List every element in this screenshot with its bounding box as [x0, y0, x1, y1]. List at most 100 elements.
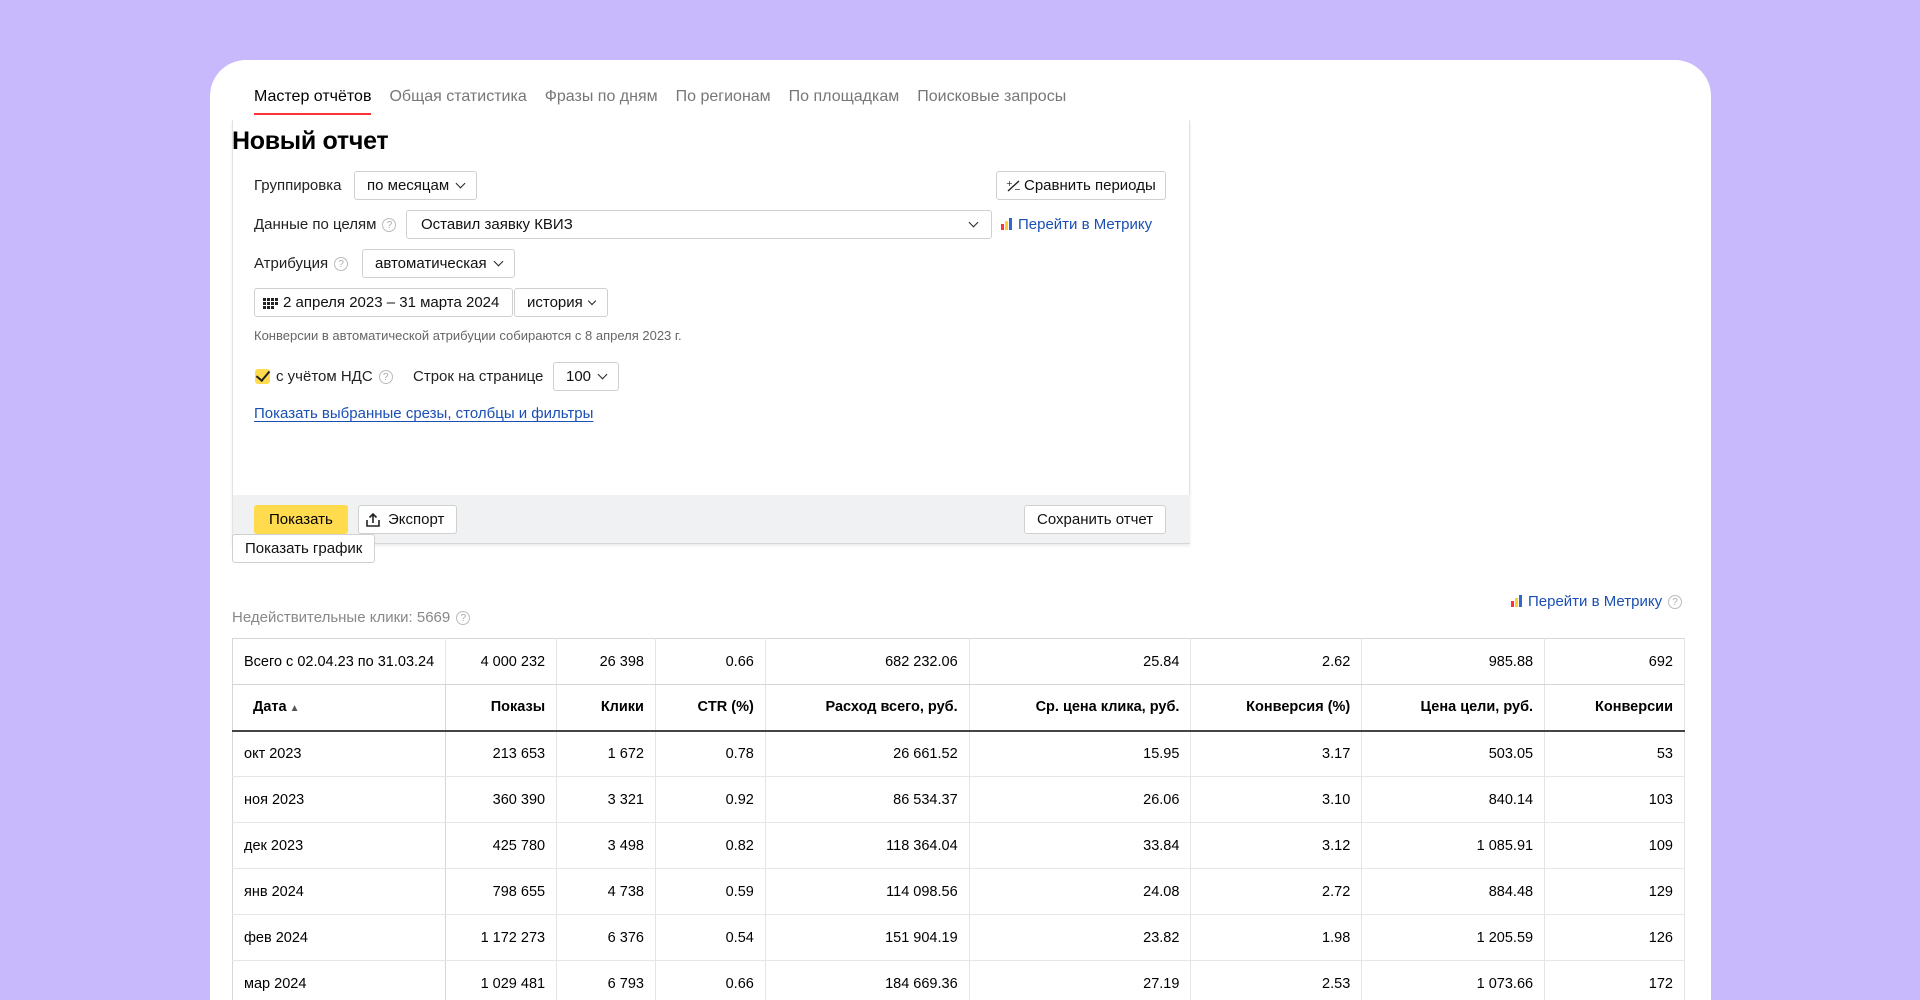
column-header-label: Конверсия (%) — [1246, 699, 1351, 716]
column-header-impressions[interactable]: Показы — [445, 684, 558, 732]
table-row: дек 2023 425 780 3 498 0.82 118 364.04 33.84 3… — [231, 822, 1685, 869]
cell-clicks: 1 672 — [556, 730, 656, 777]
cell-clicks: 6 376 — [556, 914, 656, 961]
compare-periods-button[interactable]: + − Сравнить периоды — [996, 171, 1166, 200]
rows-per-page-value: 100 — [566, 368, 592, 385]
chevron-down-icon — [597, 369, 608, 380]
cell-date: дек 2023 — [231, 822, 447, 869]
goals-select[interactable]: Оставил заявку КВИЗ — [406, 210, 992, 239]
cell-avg-cpc: 23.82 — [969, 914, 1192, 961]
history-value: история — [527, 294, 583, 311]
cell-goal-cost: 1 085.91 — [1361, 822, 1546, 869]
cell-spend: 114 098.56 — [765, 868, 970, 915]
cell-avg-cpc: 24.08 — [969, 868, 1192, 915]
metrika-logo-icon — [1001, 218, 1012, 230]
cell-ctr: 0.59 — [655, 868, 766, 915]
tab-report-master[interactable]: Мастер отчётов — [254, 88, 372, 115]
rows-per-page-select[interactable]: 100 — [553, 362, 620, 391]
total-row: Всего с 02.04.23 по 31.03.24 4 000 232 26 … — [231, 638, 1685, 685]
help-icon[interactable]: ? — [382, 218, 397, 232]
cell-impressions: 798 655 — [445, 868, 558, 915]
date-range-picker[interactable]: 2 апреля 2023 – 31 марта 2024 — [254, 288, 514, 317]
total-cell-avg-cpc: 25.84 — [969, 638, 1192, 685]
attribution-select[interactable]: автоматическая — [362, 249, 515, 278]
tab-by-region[interactable]: По регионам — [676, 88, 771, 115]
svg-text:−: − — [1014, 185, 1021, 193]
column-header-label: Расход всего, руб. — [825, 699, 958, 716]
column-header-label: CTR (%) — [697, 699, 754, 716]
total-cell-spend: 682 232.06 — [765, 638, 970, 685]
cell-conversion-rate: 2.72 — [1190, 868, 1363, 915]
show-button[interactable]: Показать — [254, 505, 348, 534]
column-header-clicks[interactable]: Клики — [556, 684, 656, 732]
tab-by-placement[interactable]: По площадкам — [789, 88, 900, 115]
help-icon[interactable]: ? — [1668, 595, 1683, 609]
column-header-label: Конверсии — [1594, 699, 1673, 716]
cell-goal-cost: 503.05 — [1361, 730, 1546, 777]
column-header-date[interactable]: Дата ▲ — [231, 684, 447, 732]
tab-phrases-by-day[interactable]: Фразы по дням — [545, 88, 658, 115]
column-header-goal-cost[interactable]: Цена цели, руб. — [1361, 684, 1546, 732]
cell-conversion-rate: 1.98 — [1190, 914, 1363, 961]
compare-periods-label: Сравнить периоды — [1024, 177, 1156, 194]
page-title: Новый отчет — [232, 127, 389, 155]
metrika-link-table[interactable]: Перейти в Метрику? — [1511, 593, 1683, 610]
cell-avg-cpc: 15.95 — [969, 730, 1192, 777]
cell-clicks: 4 738 — [556, 868, 656, 915]
history-select[interactable]: история — [514, 288, 608, 317]
column-header-spend[interactable]: Расход всего, руб. — [765, 684, 970, 732]
table-row: ноя 2023 360 390 3 321 0.92 86 534.37 26.06 3.… — [231, 776, 1685, 823]
export-button[interactable]: Экспорт — [358, 505, 458, 534]
table-row: фев 2024 1 172 273 6 376 0.54 151 904.19 23.8… — [231, 914, 1685, 961]
help-icon[interactable]: ? — [378, 370, 393, 384]
metrika-link[interactable]: Перейти в Метрику — [1001, 216, 1152, 233]
cell-goal-cost: 840.14 — [1361, 776, 1546, 823]
rows-per-page-label: Строк на странице — [413, 368, 544, 385]
goals-label: Данные по целям? — [254, 216, 397, 233]
column-header-label: Дата — [253, 699, 287, 716]
chevron-down-icon — [455, 178, 466, 189]
cell-ctr: 0.54 — [655, 914, 766, 961]
cell-impressions: 1 172 273 — [445, 914, 558, 961]
cell-spend: 26 661.52 — [765, 730, 970, 777]
column-header-label: Клики — [600, 699, 644, 716]
attribution-note: Конверсии в автоматической атрибуции соб… — [254, 328, 682, 343]
cell-avg-cpc: 26.06 — [969, 776, 1192, 823]
stats-table: Всего с 02.04.23 по 31.03.24 4 000 232 26 … — [231, 638, 1685, 1000]
invalid-clicks-label: Недействительные клики: 5669? — [232, 609, 471, 626]
attribution-label: Атрибуция? — [254, 255, 349, 272]
table-row: янв 2024 798 655 4 738 0.59 114 098.56 24.08 2… — [231, 868, 1685, 915]
cell-conversion-rate: 3.17 — [1190, 730, 1363, 777]
compare-icon: + − — [1006, 179, 1021, 193]
show-filters-link[interactable]: Показать выбранные срезы, столбцы и филь… — [254, 405, 593, 422]
column-header-conversion-rate[interactable]: Конверсия (%) — [1190, 684, 1363, 732]
show-chart-button[interactable]: Показать график — [232, 534, 376, 563]
grouping-select[interactable]: по месяцам — [354, 171, 478, 200]
help-icon[interactable]: ? — [456, 611, 471, 625]
goals-value: Оставил заявку КВИЗ — [421, 216, 573, 233]
save-report-button[interactable]: Сохранить отчет — [1024, 505, 1167, 534]
tab-search-queries[interactable]: Поисковые запросы — [917, 88, 1066, 115]
cell-impressions: 213 653 — [445, 730, 558, 777]
cell-impressions: 1 029 481 — [445, 960, 558, 1000]
help-icon[interactable]: ? — [334, 257, 349, 271]
column-header-conversions[interactable]: Конверсии — [1544, 684, 1685, 732]
attribution-value: автоматическая — [375, 255, 487, 272]
cell-date: фев 2024 — [231, 914, 447, 961]
cell-clicks: 6 793 — [556, 960, 656, 1000]
cell-conversions: 126 — [1544, 914, 1685, 961]
column-header-avg-cpc[interactable]: Ср. цена клика, руб. — [969, 684, 1192, 732]
table-row: окт 2023 213 653 1 672 0.78 26 661.52 15.95 3.… — [231, 730, 1685, 777]
grouping-value: по месяцам — [367, 177, 450, 194]
cell-clicks: 3 321 — [556, 776, 656, 823]
column-header-ctr[interactable]: CTR (%) — [655, 684, 766, 732]
report-card: Мастер отчётов Общая статистика Фразы по… — [210, 60, 1711, 1000]
cell-impressions: 360 390 — [445, 776, 558, 823]
cell-goal-cost: 1 205.59 — [1361, 914, 1546, 961]
tab-general-stats[interactable]: Общая статистика — [389, 88, 526, 115]
vat-checkbox[interactable] — [255, 369, 270, 384]
cell-spend: 118 364.04 — [765, 822, 970, 869]
cell-avg-cpc: 27.19 — [969, 960, 1192, 1000]
cell-goal-cost: 884.48 — [1361, 868, 1546, 915]
calendar-icon — [263, 297, 278, 309]
